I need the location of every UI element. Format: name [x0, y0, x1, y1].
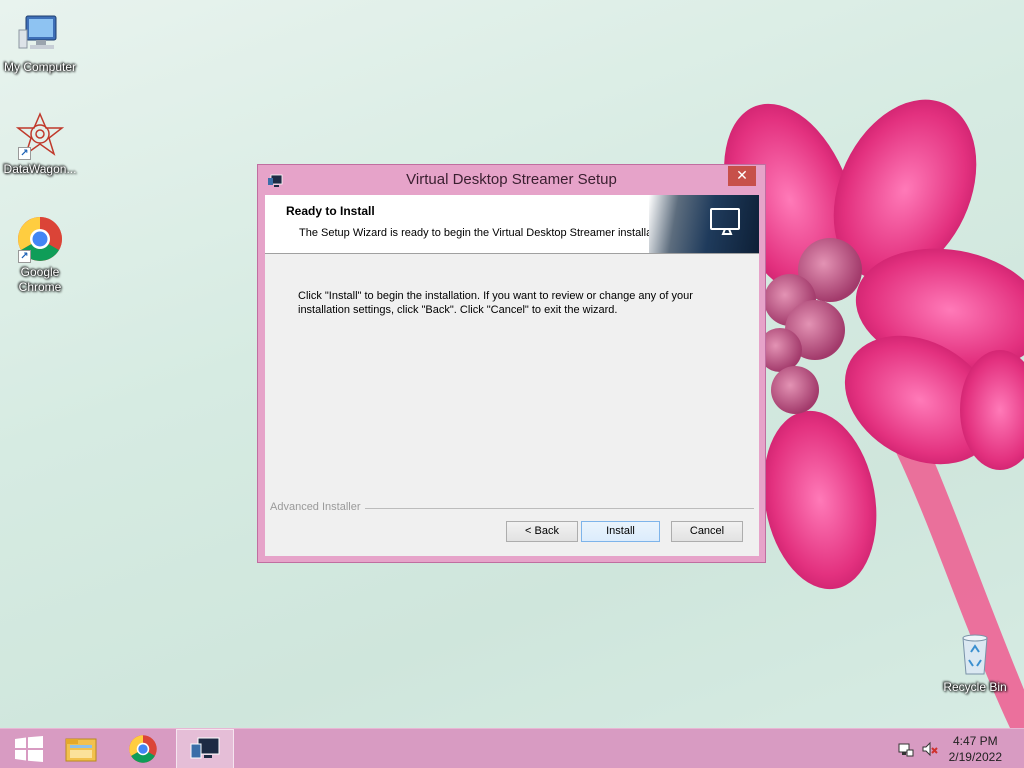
chrome-icon: ↗ [16, 215, 64, 263]
taskbar-virtual-desktop-setup[interactable] [176, 729, 234, 768]
network-icon[interactable] [898, 741, 914, 757]
datawagon-icon: ↗ [15, 112, 65, 160]
cancel-button[interactable]: Cancel [671, 521, 743, 542]
clock-date: 2/19/2022 [948, 750, 1002, 764]
setup-wizard-window: Virtual Desktop Streamer Setup ✕ Ready t… [257, 164, 766, 563]
shortcut-arrow-icon: ↗ [18, 250, 31, 263]
volume-muted-icon[interactable] [922, 741, 938, 757]
desktop-icon-label: Google Chrome [18, 265, 62, 294]
taskbar-file-explorer[interactable] [52, 729, 110, 768]
system-clock[interactable]: 4:47 PM 2/19/2022 [949, 733, 1002, 765]
start-button[interactable] [0, 729, 58, 768]
banner-graphic [649, 195, 759, 253]
back-button[interactable]: < Back [506, 521, 578, 542]
virtual-desktop-setup-icon [190, 737, 220, 759]
install-button[interactable]: Install [581, 521, 660, 542]
window-title: Virtual Desktop Streamer Setup [406, 171, 617, 188]
instructions-text: Click "Install" to begin the installatio… [298, 289, 738, 317]
desktop-icon-label: Recycle Bin [943, 680, 1007, 694]
windows-logo-icon [15, 736, 43, 762]
chrome-icon [129, 735, 157, 763]
file-explorer-icon [65, 738, 97, 762]
desktop-icon-datawagon[interactable]: ↗ DataWagon... [0, 112, 80, 177]
computer-icon [16, 10, 64, 58]
desktop-icon-recycle-bin[interactable]: Recycle Bin [935, 630, 1015, 695]
instructions-line-2: installation settings, click "Back". Cli… [298, 304, 618, 316]
close-button[interactable]: ✕ [728, 166, 756, 186]
desktop-icon-label: My Computer [3, 60, 77, 74]
clock-time: 4:47 PM [952, 734, 998, 748]
shortcut-arrow-icon: ↗ [18, 147, 31, 160]
taskbar: 4:47 PM 2/19/2022 [0, 728, 1024, 768]
desktop-icon-my-computer[interactable]: My Computer [0, 10, 80, 75]
title-bar[interactable]: Virtual Desktop Streamer Setup ✕ [258, 165, 765, 195]
desktop-icon-google-chrome[interactable]: ↗ Google Chrome [0, 215, 80, 295]
wizard-client-area: Ready to Install The Setup Wizard is rea… [265, 195, 759, 556]
monitor-icon [710, 208, 740, 235]
page-heading: Ready to Install [286, 204, 375, 218]
brand-separator: Advanced Installer [270, 501, 754, 515]
desktop-icon-label: DataWagon... [3, 162, 77, 176]
recycle-bin-icon [951, 630, 999, 678]
taskbar-chrome[interactable] [114, 729, 172, 768]
brand-label: Advanced Installer [270, 501, 365, 513]
instructions-line-1: Click "Install" to begin the installatio… [298, 290, 693, 302]
page-subheading: The Setup Wizard is ready to begin the V… [299, 227, 670, 239]
wizard-banner: Ready to Install The Setup Wizard is rea… [265, 195, 759, 254]
